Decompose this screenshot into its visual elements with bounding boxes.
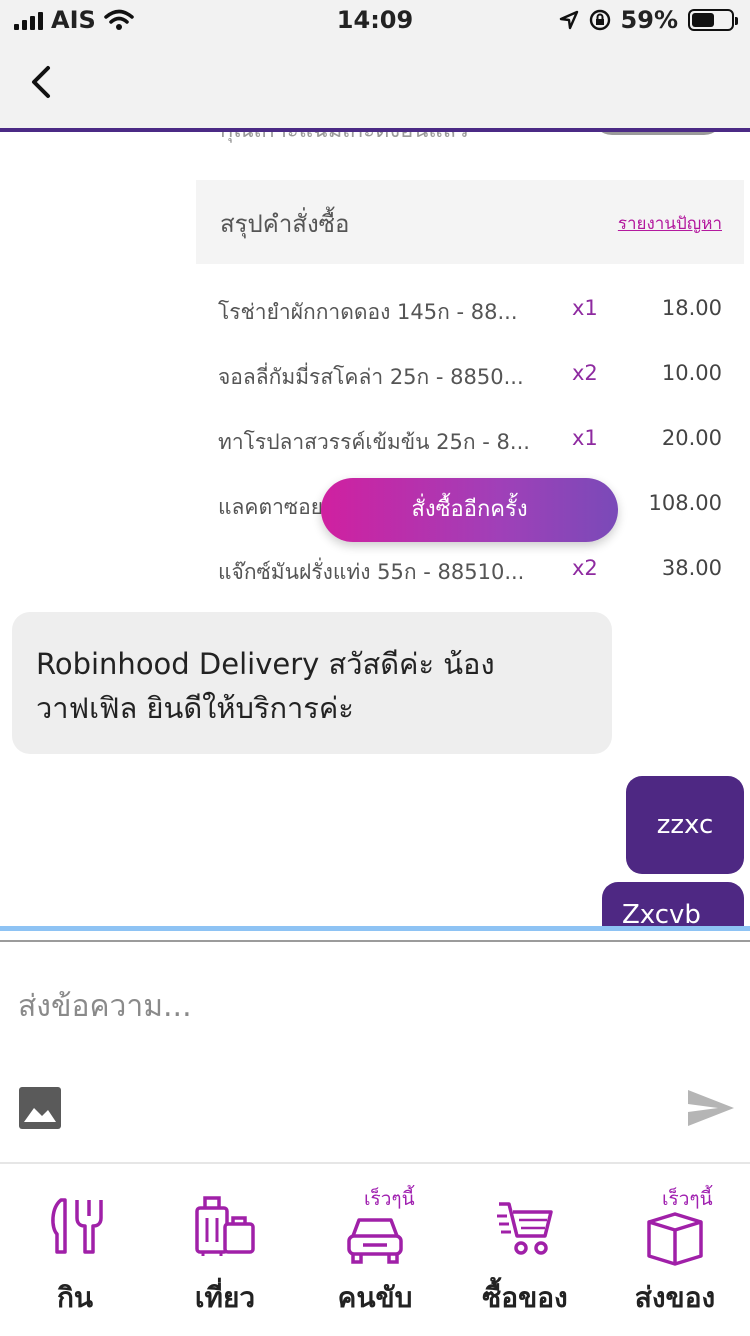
order-item-price: 18.00: [661, 296, 722, 320]
outgoing-message-bubble: Zxcvb: [602, 882, 744, 926]
battery-percent: 59%: [620, 6, 678, 34]
order-item-price: 38.00: [661, 556, 722, 580]
box-icon: [647, 1212, 703, 1266]
nav-item-travel[interactable]: เที่ยว: [150, 1164, 300, 1336]
order-summary-title: สรุปคำสั่งซื้อ: [220, 210, 350, 238]
nav-label: กิน: [56, 1281, 94, 1314]
send-icon[interactable]: [686, 1086, 736, 1130]
message-input[interactable]: [0, 946, 750, 1066]
location-arrow-icon: [559, 10, 578, 30]
incoming-message-bubble: Robinhood Delivery สวัสดีค่ะ น้องวาฟเฟิล…: [12, 612, 612, 754]
luggage-icon: [195, 1196, 255, 1256]
car-icon: [347, 1218, 403, 1264]
order-item-qty: x2: [572, 361, 598, 385]
order-item-row: แจ๊กซ์มันฝรั่งแท่ง 55ก - 88510... x2 38.…: [218, 556, 728, 596]
cart-icon: [497, 1202, 553, 1255]
order-item-price: 20.00: [661, 426, 722, 450]
report-problem-link[interactable]: รายงานปัญหา: [618, 210, 722, 237]
previous-message-fragment: กุณเกาะแฉมเก่ะดงอนแล้ว: [220, 132, 724, 152]
status-bar: AIS 14:09 59%: [0, 0, 750, 40]
order-item-name: ทาโรปลาสวรรค์เข้มข้น 25ก - 8...: [218, 430, 530, 454]
nav-item-eat[interactable]: กิน: [0, 1164, 150, 1336]
order-item-price: 10.00: [661, 361, 722, 385]
nav-bar: [0, 40, 750, 132]
nav-item-shop[interactable]: ซื้อของ: [450, 1164, 600, 1336]
chevron-left-icon[interactable]: [22, 62, 62, 102]
order-item-name: โรช่ายำผักกาดดอง 145ก - 88...: [218, 300, 518, 324]
order-item-row: โรช่ายำผักกาดดอง 145ก - 88... x1 18.00: [218, 296, 728, 336]
battery-fill: [692, 13, 714, 27]
order-item-name: แจ๊กซ์มันฝรั่งแท่ง 55ก - 88510...: [218, 560, 525, 584]
order-item-name: จอลลี่กัมมี่รสโคล่า 25ก - 8850...: [218, 365, 524, 389]
composer-border: [0, 940, 750, 942]
image-icon[interactable]: [18, 1086, 62, 1130]
composer-divider: [0, 926, 750, 931]
previous-message-pill: [592, 132, 724, 135]
battery-icon: [688, 9, 738, 31]
order-item-row: ทาโรปลาสวรรค์เข้มข้น 25ก - 8... x1 20.00: [218, 426, 728, 466]
order-item-row: จอลลี่กัมมี่รสโคล่า 25ก - 8850... x2 10.…: [218, 361, 728, 401]
reorder-button[interactable]: สั่งซื้ออีกครั้ง: [321, 478, 618, 542]
nav-label: ส่งของ: [634, 1281, 716, 1314]
nav-label: เที่ยว: [194, 1281, 256, 1314]
bottom-nav: กิน เที่ยว เร็วๆนี้ คนขับ ซื้อของ เร็วๆน…: [0, 1162, 750, 1336]
order-summary-header: สรุปคำสั่งซื้อ รายงานปัญหา: [196, 180, 744, 264]
nav-item-driver[interactable]: เร็วๆนี้ คนขับ: [300, 1164, 450, 1336]
chat-area[interactable]: กุณเกาะแฉมเก่ะดงอนแล้ว สรุปคำสั่งซื้อ รา…: [0, 132, 750, 926]
order-item-qty: x1: [572, 296, 598, 320]
outgoing-message-bubble: zzxc: [626, 776, 744, 874]
order-item-price: 108.00: [648, 491, 722, 515]
status-right: 59%: [559, 6, 738, 34]
order-item-qty: x1: [572, 426, 598, 450]
orientation-lock-icon: [589, 9, 610, 31]
nav-label: ซื้อของ: [482, 1281, 568, 1314]
nav-label: คนขับ: [337, 1281, 413, 1314]
previous-message-text: กุณเกาะแฉมเก่ะดงอนแล้ว: [220, 132, 468, 143]
order-item-qty: x2: [572, 556, 598, 580]
cutlery-icon: [51, 1198, 103, 1254]
nav-item-send[interactable]: เร็วๆนี้ ส่งของ: [600, 1164, 750, 1336]
